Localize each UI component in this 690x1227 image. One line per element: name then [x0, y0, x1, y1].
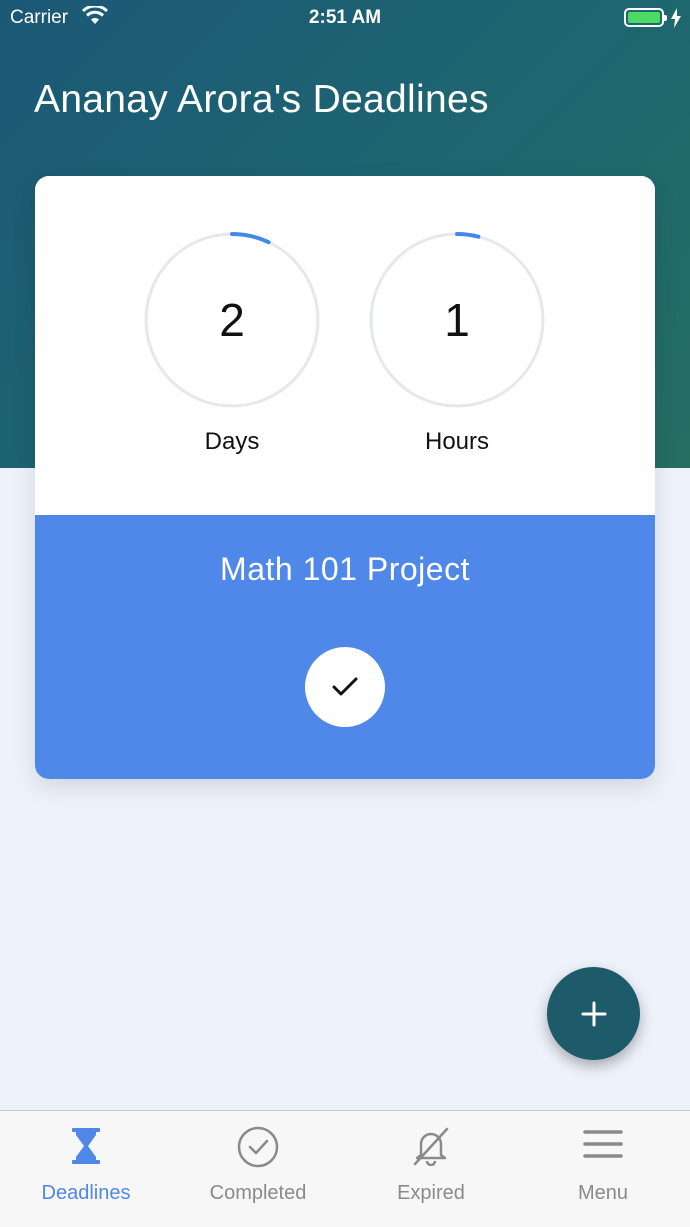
tab-deadlines[interactable]: Deadlines [0, 1111, 172, 1227]
days-label: Days [204, 428, 260, 455]
bell-off-icon [413, 1127, 449, 1166]
countdown-section: 2 Days 1 Hours [35, 176, 655, 515]
task-section: Math 101 Project [35, 515, 655, 779]
checkmark-icon [332, 677, 358, 696]
days-counter: 2 Days [144, 232, 320, 456]
days-value: 2 [219, 294, 245, 346]
hamburger-menu-icon [583, 1130, 623, 1158]
deadline-card[interactable]: 2 Days 1 Hours Math 101 Project [35, 176, 655, 779]
hours-value: 1 [444, 294, 470, 346]
tab-deadlines-label: Deadlines [41, 1182, 131, 1204]
task-title: Math 101 Project [220, 551, 470, 587]
tab-completed[interactable]: Completed [172, 1111, 344, 1227]
hourglass-icon [72, 1128, 100, 1164]
tab-menu[interactable]: Menu [517, 1111, 689, 1227]
charging-bolt-icon [671, 8, 681, 28]
days-progress-ring: 2 [144, 232, 320, 408]
hours-label: Hours [424, 428, 490, 455]
status-bar: Carrier 2:51 AM [0, 0, 690, 36]
check-circle-icon [237, 1126, 279, 1168]
tab-menu-label: Menu [577, 1182, 629, 1204]
tab-expired-label: Expired [397, 1182, 465, 1204]
hours-progress-ring: 1 [369, 232, 545, 408]
mark-complete-button[interactable] [305, 647, 385, 727]
tab-expired[interactable]: Expired [345, 1111, 517, 1227]
tab-completed-label: Completed [209, 1182, 307, 1204]
battery-icon [624, 8, 667, 27]
status-time: 2:51 AM [308, 7, 382, 28]
tab-bar: Deadlines Completed Expired Menu [0, 1110, 690, 1227]
add-deadline-button[interactable] [547, 967, 640, 1060]
page-title: Ananay Arora's Deadlines [34, 78, 489, 121]
plus-icon [581, 1001, 606, 1026]
hours-counter: 1 Hours [369, 232, 545, 456]
